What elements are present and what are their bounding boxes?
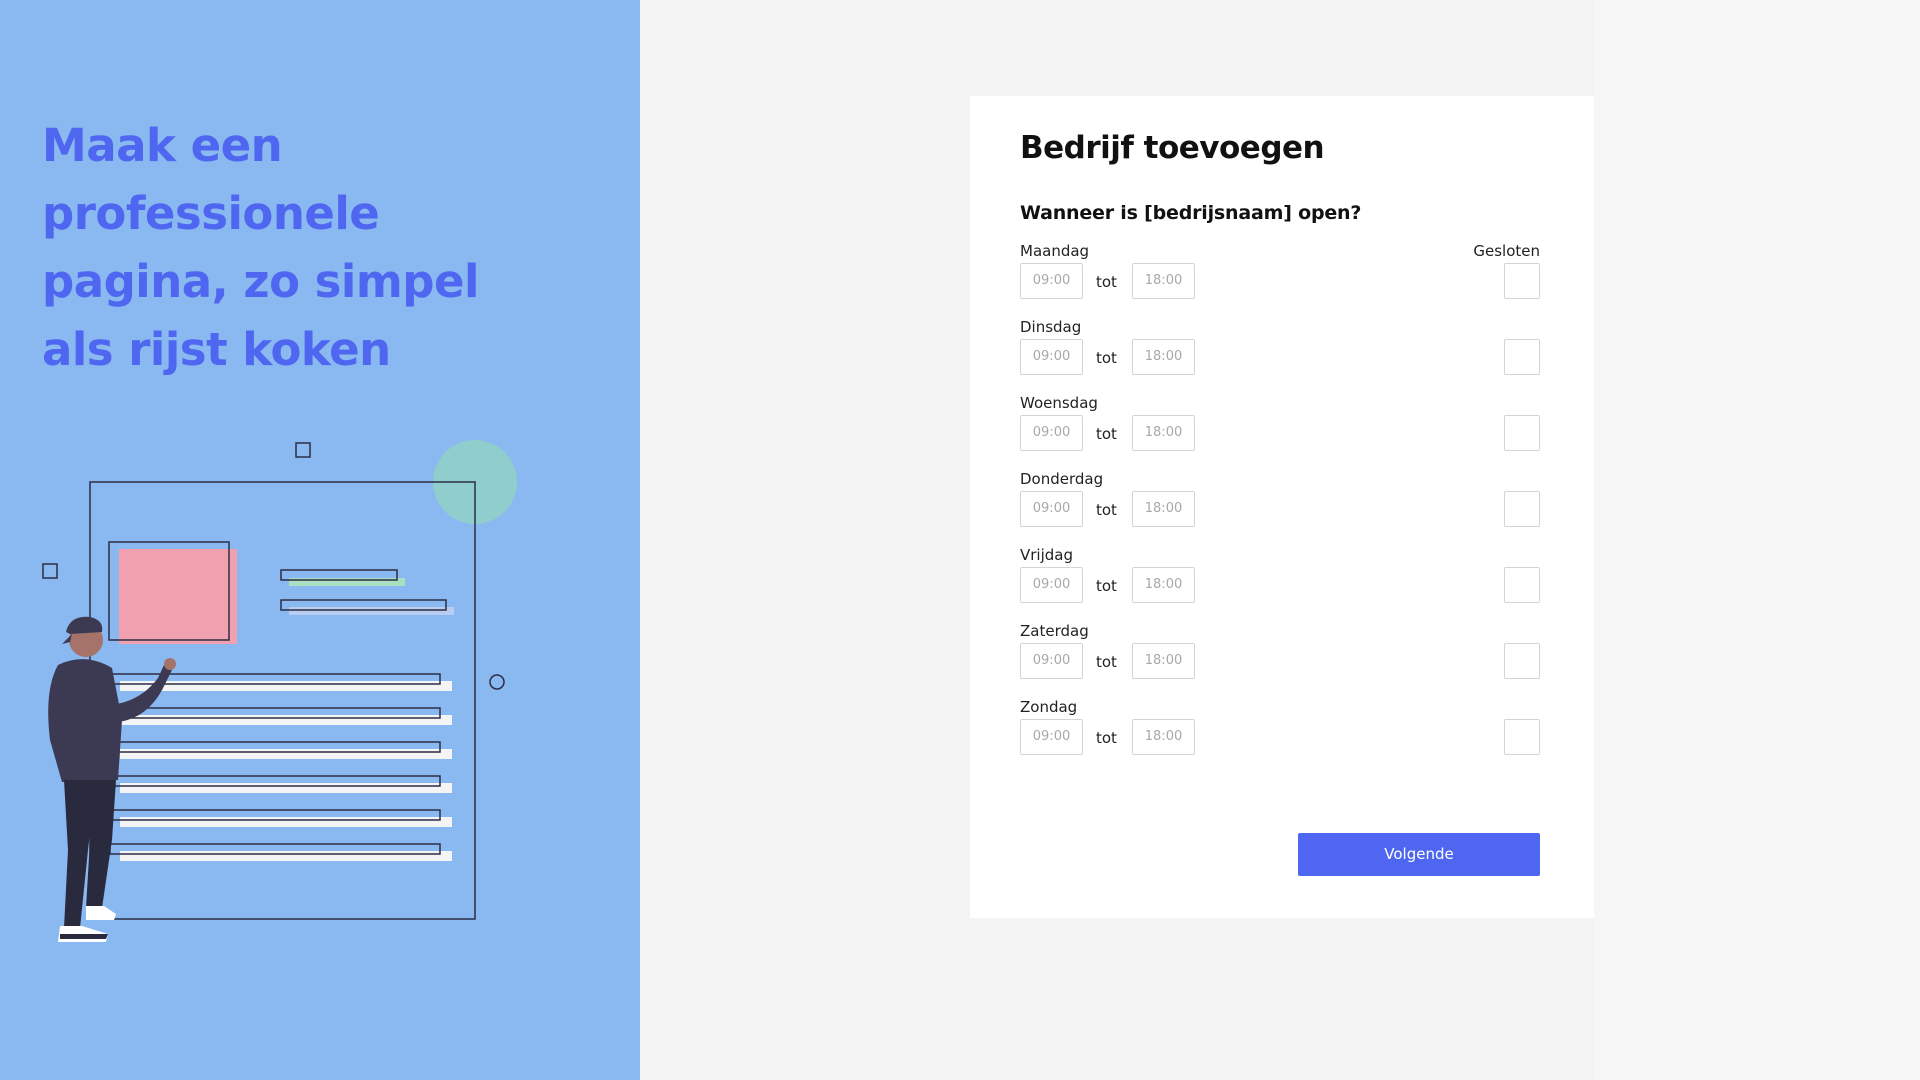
closed-checkbox[interactable] xyxy=(1504,491,1540,527)
day-label: Zaterdag xyxy=(1020,622,1089,640)
background-stripe xyxy=(1594,0,1920,1080)
closed-checkbox[interactable] xyxy=(1504,339,1540,375)
opening-time-input[interactable]: 09:00 xyxy=(1020,567,1083,603)
separator-label: tot xyxy=(1096,425,1117,443)
day-row-woensdag: Woensdag 09:00 tot 18:00 xyxy=(1020,394,1540,470)
day-label: Woensdag xyxy=(1020,394,1098,412)
closed-checkbox[interactable] xyxy=(1504,719,1540,755)
closing-time-input[interactable]: 18:00 xyxy=(1132,567,1195,603)
next-button[interactable]: Volgende xyxy=(1298,833,1540,876)
image-block xyxy=(119,549,237,644)
text-lines xyxy=(109,673,452,861)
separator-label: tot xyxy=(1096,577,1117,595)
card-title: Bedrijf toevoegen xyxy=(1020,130,1325,166)
day-label: Donderdag xyxy=(1020,470,1104,488)
day-row-dinsdag: Dinsdag 09:00 tot 18:00 xyxy=(1020,318,1540,394)
opening-time-input[interactable]: 09:00 xyxy=(1020,415,1083,451)
day-row-maandag: Maandag 09:00 tot 18:00 xyxy=(1020,242,1540,318)
closing-time-input[interactable]: 18:00 xyxy=(1132,719,1195,755)
opening-hours-question: Wanneer is [bedrijsnaam] open? xyxy=(1020,202,1362,224)
closed-checkbox[interactable] xyxy=(1504,415,1540,451)
day-label: Dinsdag xyxy=(1020,318,1082,336)
day-row-zondag: Zondag 09:00 tot 18:00 xyxy=(1020,698,1540,774)
decor-square xyxy=(42,563,58,579)
person-building-page-illustration xyxy=(42,440,517,942)
closed-checkbox[interactable] xyxy=(1504,263,1540,299)
day-row-donderdag: Donderdag 09:00 tot 18:00 xyxy=(1020,470,1540,546)
day-label: Zondag xyxy=(1020,698,1078,716)
opening-time-input[interactable]: 09:00 xyxy=(1020,339,1083,375)
decor-ring xyxy=(489,674,505,690)
separator-label: tot xyxy=(1096,729,1117,747)
day-label: Vrijdag xyxy=(1020,546,1073,564)
opening-time-input[interactable]: 09:00 xyxy=(1020,263,1083,299)
closing-time-input[interactable]: 18:00 xyxy=(1132,415,1195,451)
opening-time-input[interactable]: 09:00 xyxy=(1020,643,1083,679)
closing-time-input[interactable]: 18:00 xyxy=(1132,339,1195,375)
closed-checkbox[interactable] xyxy=(1504,567,1540,603)
decor-square xyxy=(295,442,311,458)
closed-checkbox[interactable] xyxy=(1504,643,1540,679)
closing-time-input[interactable]: 18:00 xyxy=(1132,643,1195,679)
person-figure xyxy=(48,616,176,942)
day-label: Maandag xyxy=(1020,242,1090,260)
day-row-vrijdag: Vrijdag 09:00 tot 18:00 xyxy=(1020,546,1540,622)
closing-time-input[interactable]: 18:00 xyxy=(1132,263,1195,299)
add-business-card: Bedrijf toevoegen Wanneer is [bedrijsnaa… xyxy=(970,96,1594,918)
hero-headline: Maak een professionele pagina, zo simpel… xyxy=(42,119,479,376)
separator-label: tot xyxy=(1096,653,1117,671)
separator-label: tot xyxy=(1096,501,1117,519)
separator-label: tot xyxy=(1096,273,1117,291)
opening-time-input[interactable]: 09:00 xyxy=(1020,719,1083,755)
closing-time-input[interactable]: 18:00 xyxy=(1132,491,1195,527)
day-row-zaterdag: Zaterdag 09:00 tot 18:00 xyxy=(1020,622,1540,698)
separator-label: tot xyxy=(1096,349,1117,367)
opening-time-input[interactable]: 09:00 xyxy=(1020,491,1083,527)
hero-panel: Maak een professionele pagina, zo simpel… xyxy=(0,0,640,1080)
